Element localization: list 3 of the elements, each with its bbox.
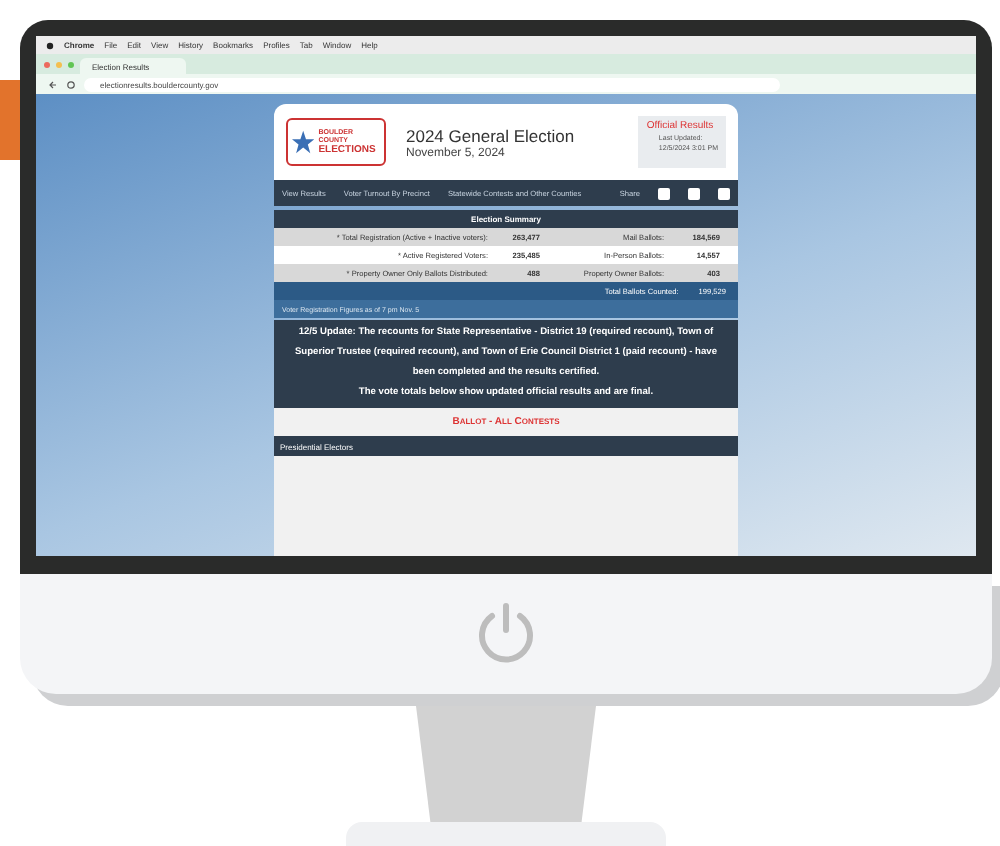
back-arrow-icon[interactable] xyxy=(48,79,58,89)
election-title: 2024 General Election xyxy=(406,125,577,145)
reload-icon[interactable] xyxy=(66,79,76,89)
